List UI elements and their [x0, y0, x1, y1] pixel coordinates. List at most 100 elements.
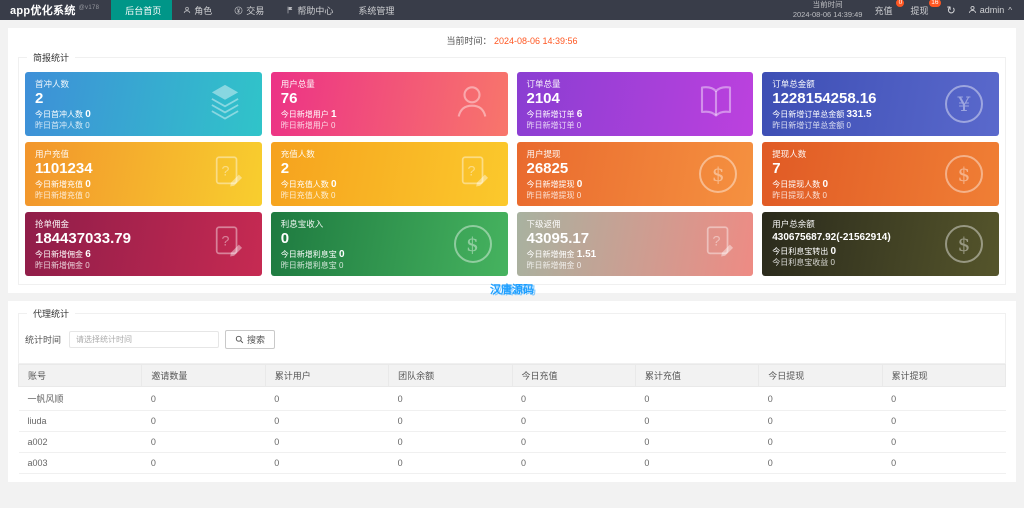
search-icon: [235, 335, 244, 344]
nav-yen-icon: [234, 6, 243, 15]
yen-icon: ¥: [945, 85, 983, 123]
stat-card: 订单总金额 1228154258.16 今日新增订单总金额 331.5 昨日新增…: [762, 72, 999, 136]
recharge-badge: 0: [896, 0, 905, 7]
agent-legend: 代理统计: [33, 309, 70, 319]
dollar-icon: $: [453, 225, 492, 263]
current-time: 当前时间： 2024-08-06 14:39:56: [18, 32, 1006, 51]
stat-card: 下级返佣 43095.17 今日新增佣金 1.51 昨日新增佣金 0 ?: [516, 212, 754, 276]
overview-panel: 当前时间： 2024-08-06 14:39:56 简报统计 首冲人数 2 今日…: [8, 28, 1016, 296]
menu-item[interactable]: 角色: [172, 0, 223, 20]
agent-table: 账号 邀请数量 累计用户 团队余额 今日充值 累计充值 今日提现 累计提现 一帆风顺 0 0 0 0 0…: [17, 364, 1007, 474]
menu-item-label: 角色: [194, 5, 213, 16]
column-header: 今日提现: [758, 364, 883, 387]
cell-number: 0: [635, 386, 759, 411]
doc-question-icon: ?: [208, 153, 246, 196]
user-dropdown[interactable]: admin ^: [968, 5, 1012, 16]
cell-number: 0: [388, 410, 512, 432]
search-button[interactable]: 搜索: [225, 330, 276, 349]
overview-fieldset: 简报统计 首冲人数 2 今日首冲人数 0 昨日首冲人数 0 用户总量 76 今日…: [18, 51, 1006, 285]
table-row: a002 0 0 0 0 0 0 0: [18, 431, 1006, 453]
stat-card: 用户充值 1101234 今日新增充值 0 昨日新增充值 0 ?: [25, 142, 262, 206]
menu-item-label: 系统管理: [358, 5, 395, 16]
cell-number: 0: [635, 452, 759, 474]
agent-table-body: 一帆风顺 0 0 0 0 0 0 0 liuda 0 0 0 0 0 0 0 a002 0 0 0 0 0 0 0 a003 0 0…: [18, 386, 1006, 474]
cell-number: 0: [388, 431, 512, 453]
agent-panel: 代理统计 统计时间 搜索 账号邀请数量累计用户团队余额今日充值累计充值今日提现累…: [8, 301, 1016, 482]
cell-number: 0: [512, 410, 636, 432]
cell-number: 0: [141, 386, 266, 411]
column-header: 累计用户: [264, 364, 390, 387]
cell-number: 0: [141, 431, 266, 453]
username: admin: [979, 5, 1005, 15]
user-icon: [452, 82, 492, 127]
column-header: 团队余额: [388, 364, 513, 387]
filter-label: 统计时间: [25, 335, 62, 345]
current-time-value: 2024-08-06 14:39:56: [493, 36, 578, 46]
stat-card: 提现人数 7 今日提现人数 0 昨日提现人数 0 $: [762, 142, 999, 206]
column-header: 累计充值: [634, 364, 760, 387]
nav-user-icon: [183, 6, 191, 14]
table-row: liuda 0 0 0 0 0 0 0: [18, 410, 1006, 432]
stat-card: 利息宝收入 0 今日新增利息宝 0 昨日新增利息宝 0 $: [270, 212, 508, 276]
menu-item[interactable]: 交易: [223, 0, 275, 20]
recharge-label: 充值: [874, 5, 893, 16]
cell-number: 0: [265, 386, 389, 411]
column-header: 今日充值: [511, 364, 636, 387]
agent-fieldset: 代理统计 统计时间 搜索: [18, 307, 1006, 364]
withdraw-link[interactable]: 提现 16: [910, 0, 941, 17]
refresh-icon[interactable]: ↻: [947, 4, 956, 17]
column-header: 累计提现: [881, 364, 1007, 387]
app-version: @v178: [78, 5, 100, 11]
top-navbar: app优化系统 @v178 后台首页 角色 交易 帮助中心 系统管理 当前时间 …: [0, 0, 1024, 20]
menu-item[interactable]: 帮助中心: [275, 0, 344, 20]
stat-card: 订单总量 2104 今日新增订单 6 昨日新增订单 0: [516, 72, 754, 136]
cell-number: 0: [388, 386, 512, 411]
app-title: app优化系统: [10, 5, 76, 17]
doc-question-icon: ?: [208, 223, 246, 266]
overview-legend: 简报统计: [33, 53, 70, 63]
recharge-link[interactable]: 充值 0: [874, 0, 905, 17]
stat-time-input[interactable]: [69, 331, 220, 348]
main-menu: 后台首页 角色 交易 帮助中心 系统管理: [111, 0, 405, 20]
menu-item-label: 帮助中心: [297, 5, 334, 16]
app-logo: app优化系统 @v178: [0, 0, 111, 20]
user-icon: [968, 5, 977, 16]
cell-number: 0: [882, 410, 1006, 432]
navbar-time-label: 当前时间: [812, 0, 843, 9]
cell-number: 0: [512, 386, 636, 411]
doc-question-icon: ?: [454, 153, 492, 196]
svg-text:?: ?: [221, 163, 229, 179]
agent-table-header-row: 账号 邀请数量 累计用户 团队余额 今日充值 累计充值 今日提现 累计提现: [17, 364, 1007, 387]
navbar-right: 当前时间 2024-08-06 14:39:49 充值 0 提现 16 ↻ ad…: [793, 0, 1024, 20]
agent-table-head: 账号 邀请数量 累计用户 团队余额 今日充值 累计充值 今日提现 累计提现: [17, 364, 1007, 387]
cell-number: 0: [265, 431, 389, 453]
agent-filter-form: 统计时间 搜索: [23, 326, 1001, 357]
withdraw-label: 提现: [910, 5, 929, 16]
table-row: a003 0 0 0 0 0 0 0: [18, 452, 1006, 474]
svg-text:?: ?: [713, 233, 721, 249]
cell-number: 0: [758, 452, 883, 474]
table-row: 一帆风顺 0 0 0 0 0 0 0: [18, 386, 1006, 411]
stat-cards: 首冲人数 2 今日首冲人数 0 昨日首冲人数 0 用户总量 76 今日新增用户 …: [23, 70, 1001, 278]
nav-flag-icon: [286, 6, 294, 14]
withdraw-badge: 16: [929, 0, 941, 7]
stat-card: 用户总量 76 今日新增用户 1 昨日新增用户 0: [270, 72, 508, 136]
cell-number: 0: [758, 410, 883, 432]
watermark-text: 汉唐源码: [490, 284, 534, 296]
cell-number: 0: [882, 452, 1006, 474]
search-button-label: 搜索: [247, 335, 266, 345]
navbar-time: 当前时间 2024-08-06 14:39:49: [793, 0, 863, 20]
menu-item[interactable]: 后台首页: [111, 0, 173, 20]
menu-item[interactable]: 系统管理: [344, 0, 405, 20]
stat-card: 用户提现 26825 今日新增提现 0 昨日新增提现 0 $: [516, 142, 754, 206]
doc-question-icon: ?: [699, 223, 737, 266]
cell-number: 0: [635, 410, 759, 432]
cell-number: 0: [265, 410, 389, 432]
column-header: 邀请数量: [141, 364, 266, 387]
cell-account: liuda: [18, 410, 142, 432]
svg-text:?: ?: [221, 233, 229, 249]
cell-number: 0: [758, 431, 883, 453]
cell-number: 0: [635, 431, 759, 453]
cell-number: 0: [512, 431, 636, 453]
cell-number: 0: [141, 452, 266, 474]
